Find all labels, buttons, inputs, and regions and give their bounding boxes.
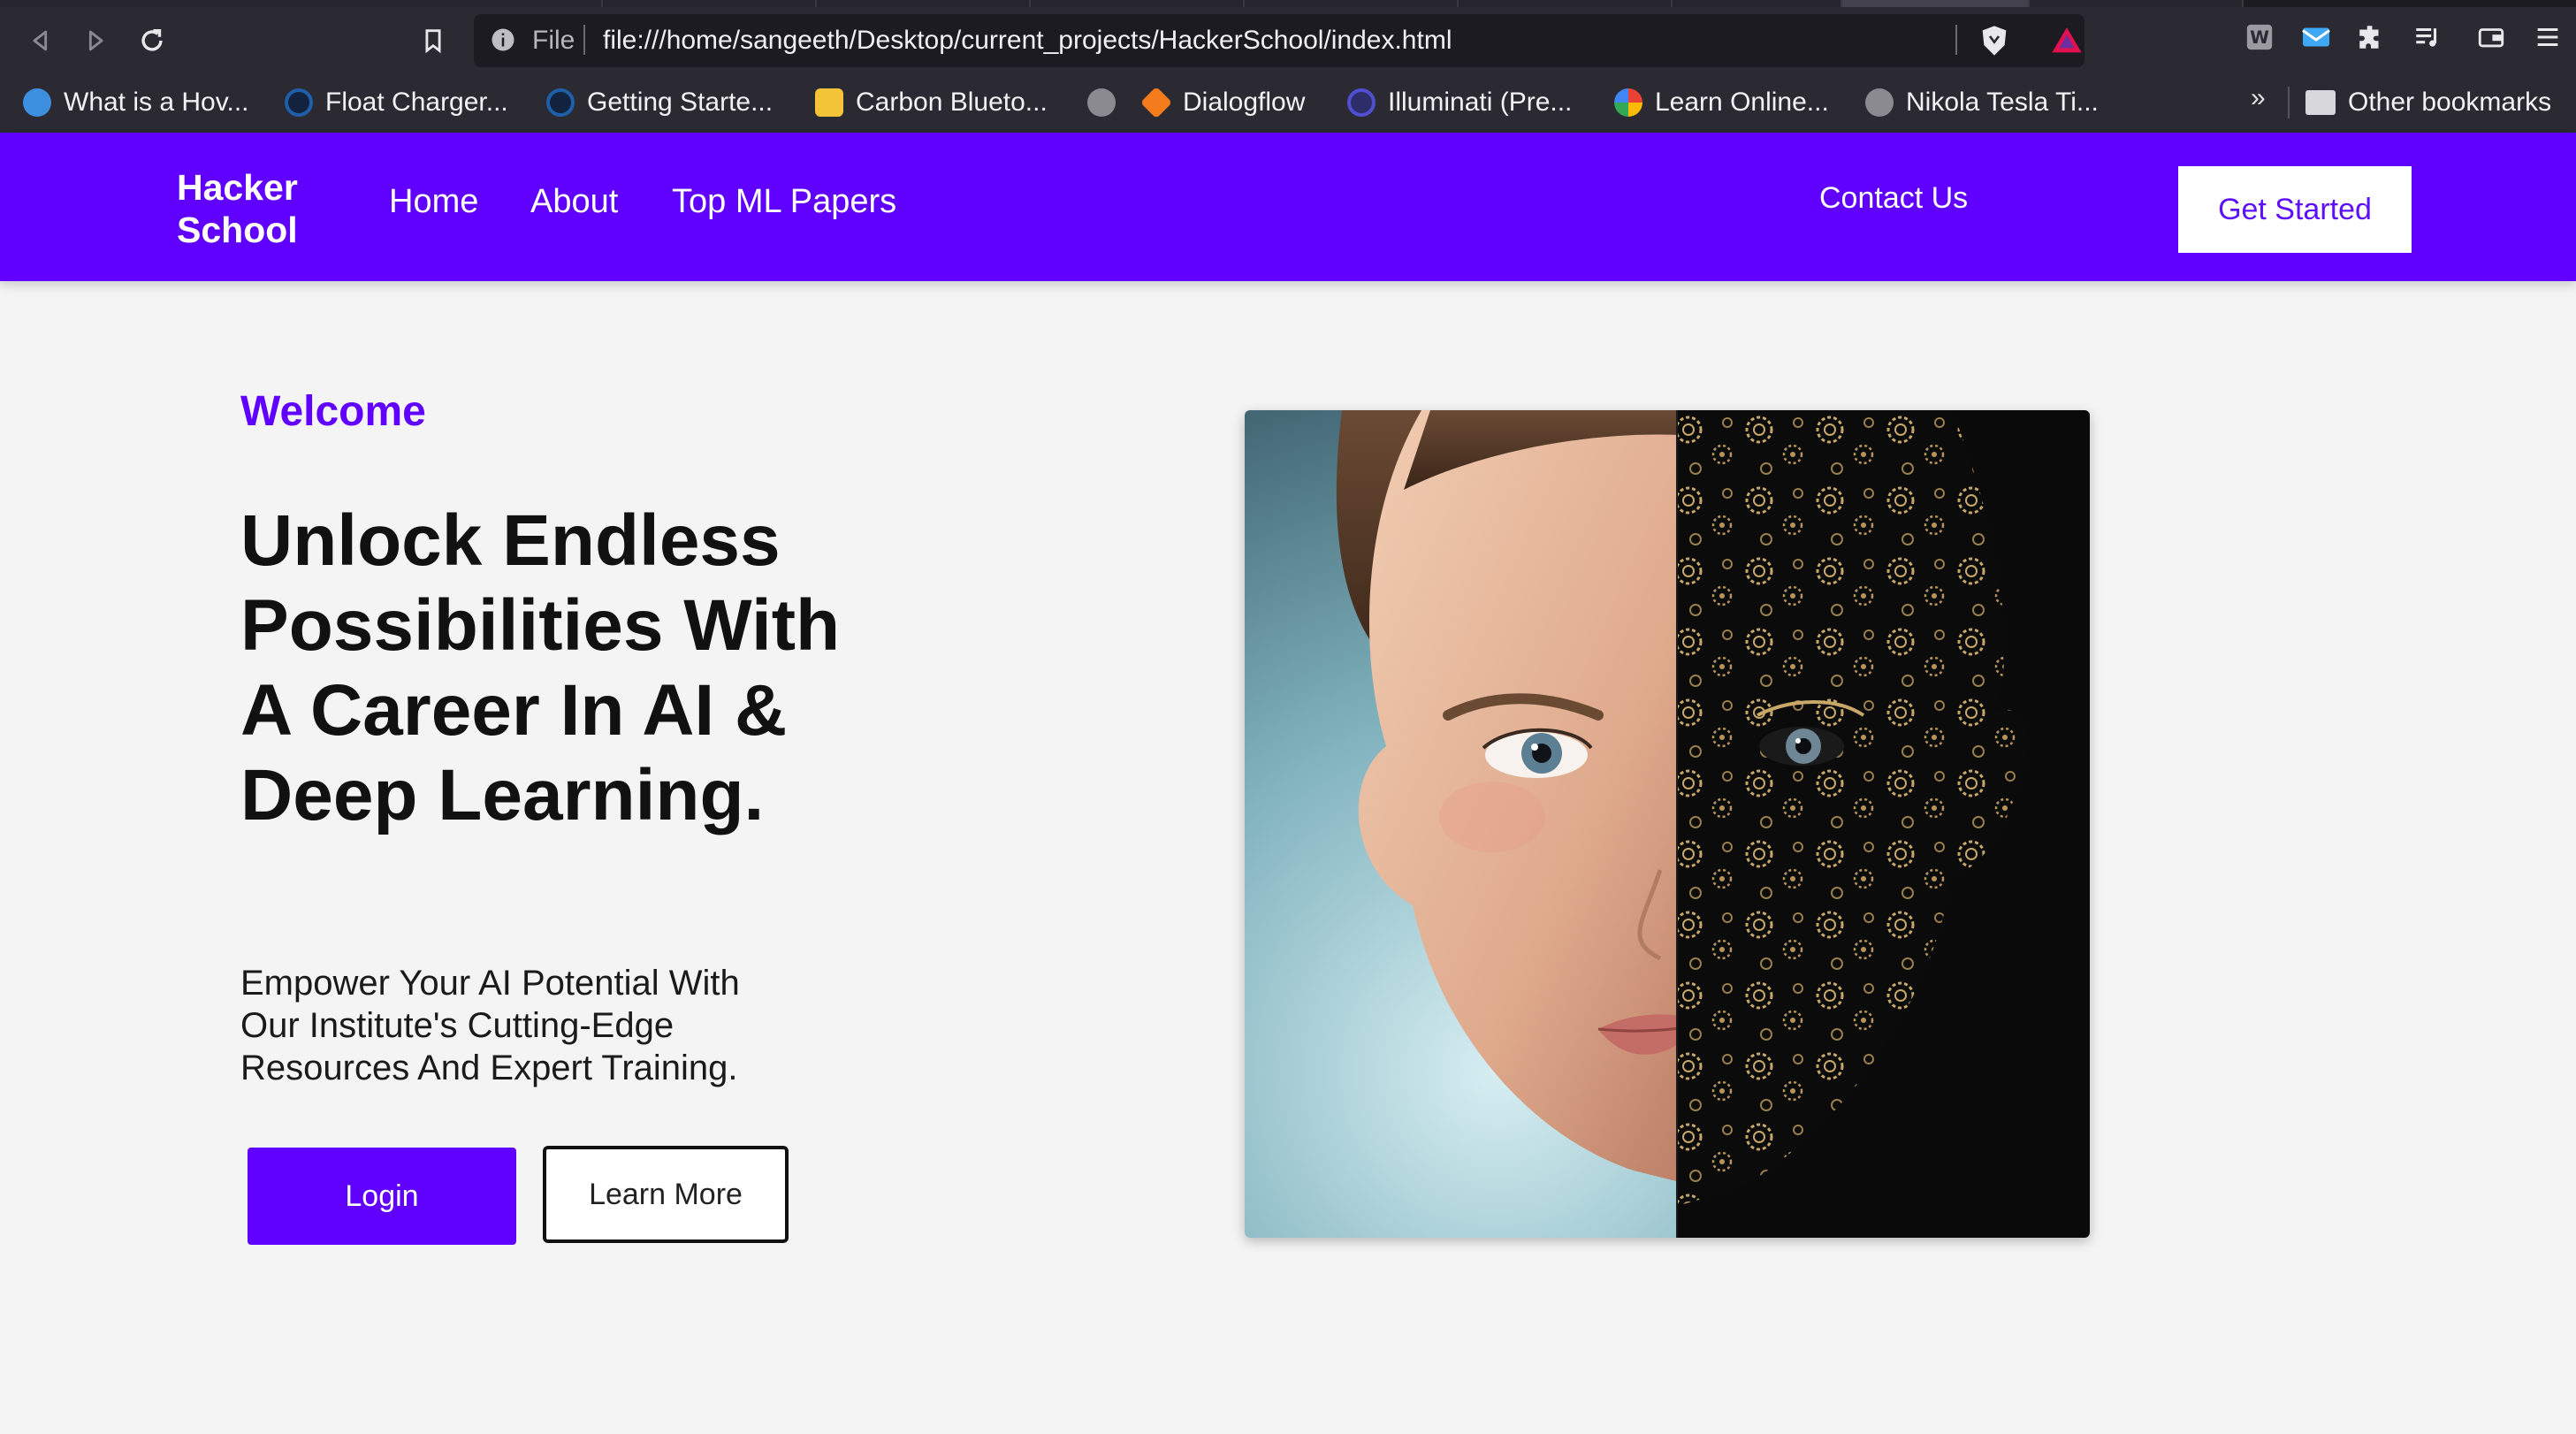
hero-headline: Unlock Endless Possibilities With A Care… <box>240 500 841 835</box>
bookmark-item[interactable]: Dialogflow <box>1139 81 1306 124</box>
welcome-label: Welcome <box>240 388 426 435</box>
bookmark-label: Float Charger... <box>325 88 508 117</box>
hero-image <box>1245 410 2090 1238</box>
tab[interactable] <box>0 0 603 7</box>
bookmarks-overflow-button[interactable]: » <box>2251 83 2266 113</box>
login-button[interactable]: Login <box>248 1148 516 1245</box>
nav-top-ml-papers[interactable]: Top ML Papers <box>672 182 896 221</box>
globe-icon <box>23 88 51 117</box>
folder-icon <box>2305 90 2336 115</box>
tab[interactable] <box>2030 0 2244 7</box>
browser-toolbar: File file:///home/sangeeth/Desktop/curre… <box>0 7 2576 74</box>
bookmark-item[interactable]: Getting Starte... <box>546 81 773 124</box>
bookmark-label: Learn Online... <box>1655 88 1829 117</box>
learn-more-button[interactable]: Learn More <box>543 1146 789 1243</box>
illuminati-icon <box>1347 88 1376 117</box>
bookmark-item[interactable] <box>1087 81 1116 124</box>
hero-subtitle: Empower Your AI Potential With Our Insti… <box>240 964 740 1087</box>
bookmark-icon[interactable] <box>412 19 454 62</box>
brave-shield-icon[interactable] <box>1977 23 2012 58</box>
bookmark-item[interactable]: Nikola Tesla Ti... <box>1865 81 2099 124</box>
bookmark-item[interactable]: What is a Hov... <box>23 81 249 124</box>
tab[interactable] <box>1031 0 1245 7</box>
other-bookmarks-folder[interactable]: Other bookmarks <box>2305 81 2551 124</box>
url-text[interactable]: file:///home/sangeeth/Desktop/current_pr… <box>603 27 1452 55</box>
globe-icon <box>1087 88 1116 117</box>
divider <box>2288 87 2290 118</box>
google-icon <box>1614 88 1642 117</box>
emoji-icon <box>815 88 843 117</box>
divider <box>583 25 585 55</box>
chip-icon <box>546 88 575 117</box>
site-navbar: Hacker School Home About Top ML Papers C… <box>0 133 2576 281</box>
bookmark-label: Dialogflow <box>1183 88 1306 117</box>
bookmark-item[interactable]: Float Charger... <box>285 81 508 124</box>
other-bookmarks-label: Other bookmarks <box>2348 88 2552 117</box>
nav-contact-us[interactable]: Contact Us <box>1819 180 1968 216</box>
url-scheme: File <box>532 26 575 55</box>
reload-icon[interactable] <box>131 19 173 62</box>
wikipedia-icon[interactable]: W <box>2242 19 2277 55</box>
bookmark-label: Illuminati (Pre... <box>1388 88 1573 117</box>
chip-icon <box>285 88 313 117</box>
dialogflow-icon <box>1139 86 1173 119</box>
address-bar[interactable]: File file:///home/sangeeth/Desktop/curre… <box>474 14 2084 67</box>
brand-logo[interactable]: Hacker School <box>177 166 354 251</box>
bookmark-item[interactable]: Learn Online... <box>1614 81 1829 124</box>
bookmark-label: Nikola Tesla Ti... <box>1906 88 2099 117</box>
tab-active[interactable] <box>1842 0 2030 7</box>
nav-about[interactable]: About <box>530 182 618 221</box>
forward-icon[interactable] <box>74 19 117 62</box>
bookmark-label: Carbon Blueto... <box>856 88 1048 117</box>
playlist-icon[interactable] <box>2410 19 2445 55</box>
extensions-icon[interactable] <box>2353 19 2389 55</box>
tab[interactable] <box>1673 0 1842 7</box>
tab[interactable] <box>817 0 1031 7</box>
menu-icon[interactable] <box>2530 19 2565 55</box>
svg-text:W: W <box>2250 27 2269 48</box>
mail-icon[interactable] <box>2298 19 2334 55</box>
bookmark-item[interactable]: Carbon Blueto... <box>815 81 1048 124</box>
tab[interactable] <box>603 0 817 7</box>
tab[interactable] <box>1459 0 1673 7</box>
bookmark-item[interactable]: Illuminati (Pre... <box>1347 81 1572 124</box>
nav-home[interactable]: Home <box>389 182 478 221</box>
tab[interactable] <box>1245 0 1459 7</box>
back-icon[interactable] <box>19 19 62 62</box>
bookmarks-bar: What is a Hov... Float Charger... Gettin… <box>0 74 2576 131</box>
tab-strip[interactable] <box>0 0 2576 7</box>
brave-rewards-icon[interactable] <box>2049 23 2084 58</box>
wallet-icon[interactable] <box>2473 19 2509 55</box>
info-icon[interactable] <box>490 27 516 53</box>
browser-chrome: File file:///home/sangeeth/Desktop/curre… <box>0 0 2576 133</box>
get-started-button[interactable]: Get Started <box>2178 166 2412 253</box>
divider <box>1955 25 1957 55</box>
globe-icon <box>1865 88 1894 117</box>
bookmark-label: What is a Hov... <box>64 88 249 117</box>
bookmark-label: Getting Starte... <box>587 88 774 117</box>
